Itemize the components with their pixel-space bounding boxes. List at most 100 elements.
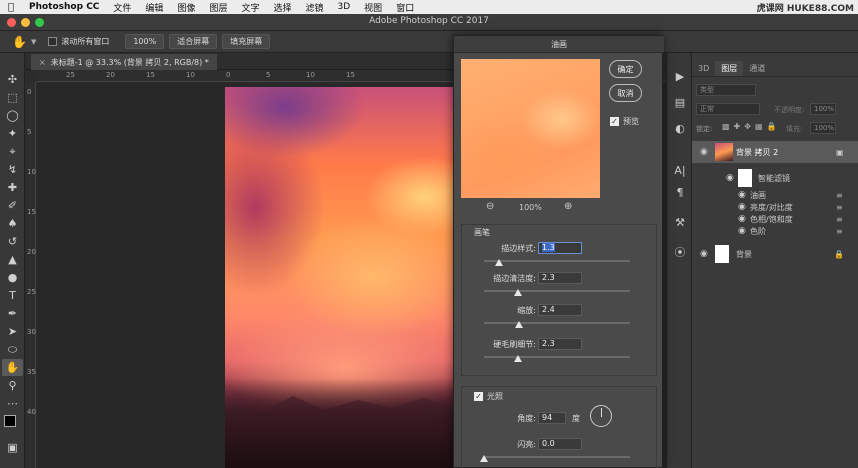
- bristle-detail-slider[interactable]: [484, 356, 630, 358]
- clone-stamp-tool-icon[interactable]: ♠: [2, 215, 23, 232]
- filter-options-icon[interactable]: ≡: [836, 215, 843, 224]
- scroll-all-windows-toggle[interactable]: 滚动所有窗口: [48, 36, 109, 47]
- fill-screen-button[interactable]: 填充屏幕: [222, 34, 271, 49]
- stylization-input[interactable]: 1.3: [538, 242, 582, 254]
- cleanliness-input[interactable]: 2.3: [538, 272, 582, 284]
- menu-filter[interactable]: 滤镜: [299, 1, 331, 14]
- quick-mask-icon[interactable]: ▣: [2, 439, 23, 456]
- menu-type[interactable]: 文字: [234, 1, 266, 14]
- foreground-color-swatch[interactable]: [4, 415, 16, 427]
- angle-input[interactable]: 94: [538, 412, 566, 424]
- pen-tool-icon[interactable]: ✒: [2, 305, 23, 322]
- lasso-tool-icon[interactable]: ◯: [2, 107, 23, 124]
- scroll-all-checkbox[interactable]: [48, 37, 58, 46]
- filter-row-brightness-contrast[interactable]: ◉ 亮度/对比度 ≡: [692, 201, 858, 213]
- histogram-icon[interactable]: ▤: [670, 93, 690, 111]
- cleanliness-slider-handle[interactable]: [513, 289, 522, 296]
- shine-slider[interactable]: [484, 456, 630, 458]
- visibility-eye-icon[interactable]: ◉: [738, 214, 746, 224]
- fit-screen-button[interactable]: 适合屏幕: [169, 34, 218, 49]
- scale-input[interactable]: 2.4: [538, 304, 582, 316]
- tools-preset-icon[interactable]: ⚒: [670, 213, 690, 231]
- menu-3d[interactable]: 3D: [331, 2, 358, 12]
- fill-field[interactable]: 100%: [810, 122, 836, 134]
- stylization-slider[interactable]: [484, 260, 630, 262]
- zoom-in-icon[interactable]: ⊕: [564, 201, 572, 212]
- brush-tool-icon[interactable]: ✐: [2, 197, 23, 214]
- zoom-100-button[interactable]: 100%: [125, 34, 165, 49]
- eyedropper-tool-icon[interactable]: ↯: [2, 161, 23, 178]
- menu-app[interactable]: Photoshop CC: [22, 2, 106, 12]
- layer-kind-filter[interactable]: 类型: [696, 84, 756, 96]
- type-tool-icon[interactable]: T: [2, 287, 23, 304]
- layer-row-smart-filters[interactable]: ◉ 智能滤镜: [692, 167, 858, 189]
- preview-toggle[interactable]: ✓ 预览: [610, 116, 639, 127]
- filter-row-levels[interactable]: ◉ 色阶 ≡: [692, 225, 858, 237]
- zoom-out-icon[interactable]: ⊖: [486, 201, 494, 212]
- tool-preset-chevron-down-icon[interactable]: ▼: [31, 38, 36, 46]
- visibility-eye-icon[interactable]: ◉: [738, 202, 746, 212]
- visibility-eye-icon[interactable]: ◉: [738, 226, 746, 236]
- filter-options-icon[interactable]: ≡: [836, 227, 843, 236]
- menu-view[interactable]: 视图: [357, 1, 389, 14]
- layer-comps-icon[interactable]: ⦿: [670, 243, 690, 261]
- visibility-eye-icon[interactable]: ◉: [738, 190, 746, 200]
- angle-dial[interactable]: [590, 405, 612, 427]
- character-icon[interactable]: A|: [670, 161, 690, 179]
- hand-tool-icon-active[interactable]: ✋: [2, 359, 23, 376]
- close-tab-icon[interactable]: ×: [39, 58, 46, 67]
- shine-input[interactable]: 0.0: [538, 438, 582, 450]
- filter-preview-thumbnail[interactable]: [461, 59, 600, 198]
- menu-layer[interactable]: 图层: [202, 1, 234, 14]
- preview-checkbox[interactable]: ✓: [610, 117, 619, 126]
- eraser-tool-icon[interactable]: ▲: [2, 251, 23, 268]
- path-select-tool-icon[interactable]: ➤: [2, 323, 23, 340]
- scale-slider[interactable]: [484, 322, 630, 324]
- visibility-eye-icon[interactable]: ◉: [700, 147, 708, 157]
- marquee-tool-icon[interactable]: ⬚: [2, 89, 23, 106]
- menu-file[interactable]: 文件: [106, 1, 138, 14]
- opacity-field[interactable]: 100%: [810, 103, 836, 115]
- visibility-eye-icon[interactable]: ◉: [700, 249, 708, 259]
- lock-icons[interactable]: ▩✚✥▦🔒: [722, 122, 780, 131]
- stylization-slider-handle[interactable]: [494, 259, 503, 266]
- quick-select-tool-icon[interactable]: ✦: [2, 125, 23, 142]
- play-icon[interactable]: ▶: [670, 67, 690, 85]
- adjustments-icon[interactable]: ◐: [670, 119, 690, 137]
- cancel-button[interactable]: 取消: [609, 84, 642, 102]
- bristle-detail-input[interactable]: 2.3: [538, 338, 582, 350]
- tab-layers[interactable]: 图层: [715, 61, 744, 76]
- menu-image[interactable]: 图像: [170, 1, 202, 14]
- layer-row-background[interactable]: ◉ 背景 🔒: [692, 243, 858, 265]
- history-brush-tool-icon[interactable]: ↺: [2, 233, 23, 250]
- filter-options-icon[interactable]: ≡: [836, 203, 843, 212]
- scale-slider-handle[interactable]: [515, 321, 524, 328]
- shine-slider-handle[interactable]: [480, 455, 488, 462]
- lighting-toggle[interactable]: ✓ 光照: [474, 391, 503, 402]
- ellipse-tool-icon[interactable]: ⬭: [2, 341, 23, 358]
- more-tools-icon[interactable]: ⋯: [2, 395, 23, 412]
- dodge-tool-icon[interactable]: ●: [2, 269, 23, 286]
- lighting-checkbox[interactable]: ✓: [474, 392, 483, 401]
- sunset-painting-canvas[interactable]: [225, 87, 460, 468]
- filter-row-oil-paint[interactable]: ◉ 油画 ≡: [692, 189, 858, 201]
- healing-brush-tool-icon[interactable]: ✚: [2, 179, 23, 196]
- hand-tool-icon[interactable]: ✋: [12, 35, 27, 49]
- tab-3d[interactable]: 3D: [692, 61, 715, 76]
- move-tool-icon[interactable]: ✣: [2, 71, 23, 88]
- tab-channels[interactable]: 通道: [743, 61, 771, 76]
- menu-edit[interactable]: 编辑: [138, 1, 170, 14]
- bristle-detail-slider-handle[interactable]: [513, 355, 522, 362]
- crop-tool-icon[interactable]: ⌖: [2, 143, 23, 160]
- apple-icon[interactable]: : [0, 2, 22, 13]
- zoom-tool-icon[interactable]: ⚲: [2, 377, 23, 394]
- ok-button[interactable]: 确定: [609, 60, 642, 78]
- layer-row-background-copy-2[interactable]: ◉ 背景 拷贝 2 ▣: [692, 141, 858, 163]
- document-tab[interactable]: × 未标题-1 @ 33.3% (背景 拷贝 2, RGB/8) *: [31, 54, 217, 70]
- filter-options-icon[interactable]: ≡: [836, 191, 843, 200]
- paragraph-icon[interactable]: ¶: [670, 183, 690, 201]
- blend-mode-select[interactable]: 正常: [696, 103, 760, 115]
- cleanliness-slider[interactable]: [484, 290, 630, 292]
- menu-select[interactable]: 选择: [266, 1, 298, 14]
- menu-window[interactable]: 窗口: [389, 1, 421, 14]
